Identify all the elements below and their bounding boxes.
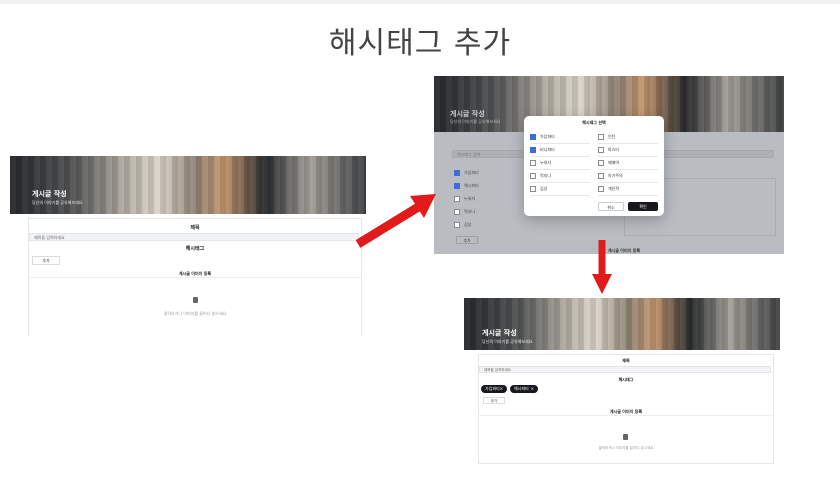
hero-title-result: 게시글 작성 bbox=[482, 329, 517, 337]
modal-option[interactable]: 아기주의 bbox=[598, 173, 658, 183]
modal-option[interactable]: 매매여 bbox=[598, 160, 658, 170]
modal-cancel-button[interactable]: 취소 bbox=[598, 202, 624, 211]
modal-option[interactable]: 파스타 bbox=[598, 147, 658, 157]
modal-state-panel: 게시글 작성 당신의 이야기를 공유해보세요 해시태그 검색 가입파티 해시파티… bbox=[434, 76, 784, 254]
initial-form-panel: 게시글 작성 당신의 이야기를 공유해보세요 제목 제목을 입력하세요 해시태그… bbox=[10, 156, 366, 336]
result-title-input[interactable]: 제목을 입력하세요 bbox=[479, 366, 771, 373]
hero-title-dim: 게시글 작성 bbox=[450, 110, 485, 118]
result-title-label: 제목 bbox=[622, 358, 630, 363]
hero-subtitle-dim: 당신의 이야기를 공유해보세요 bbox=[450, 119, 501, 124]
chip-remove-icon[interactable]: × bbox=[500, 385, 503, 393]
result-hashtag-label: 해시태그 bbox=[618, 377, 634, 382]
hero-banner: 게시글 작성 당신의 이야기를 공유해보세요 bbox=[10, 156, 366, 214]
modal-option[interactable]: 비니파티 bbox=[530, 147, 590, 157]
hashtag-label: 해시태그 bbox=[185, 246, 205, 252]
modal-option[interactable]: 누워자 bbox=[530, 160, 590, 170]
title-input[interactable]: 제목을 입력하세요 bbox=[29, 233, 359, 241]
modal-option[interactable]: 인턴 bbox=[598, 134, 658, 144]
hashtag-chip[interactable]: 가입파티 × bbox=[481, 385, 507, 393]
arrow-right-icon bbox=[355, 194, 436, 248]
result-form-card: 제목 제목을 입력하세요 해시태그 가입파티 × 해시파티 × 추가 게시글 이미지… bbox=[478, 354, 774, 464]
result-panel: 게시글 작성 당신의 이야기를 공유해보세요 제목 제목을 입력하세요 해시태그… bbox=[464, 298, 780, 464]
result-upload-hint: 클릭하거나 이미지를 끌어다 놓으세요 bbox=[598, 446, 654, 450]
upload-area[interactable] bbox=[29, 277, 361, 336]
bg-add-button: 추가 bbox=[456, 236, 478, 244]
modal-option[interactable]: 가입파티 bbox=[530, 134, 590, 144]
upload-hint: 클릭하거나 이미지를 끌어다 놓으세요 bbox=[163, 311, 227, 316]
modal-confirm-button[interactable]: 확인 bbox=[628, 202, 658, 211]
hero-banner-result: 게시글 작성 당신의 이야기를 공유해보세요 bbox=[464, 298, 780, 350]
result-file-icon bbox=[623, 434, 628, 440]
top-border bbox=[0, 0, 840, 4]
hashtag-modal: 해시태그 선택 가입파티 인턴 비니파티 파스타 누워자 매매여 먹지나 아기주… bbox=[524, 116, 664, 216]
arrow-down-icon bbox=[592, 240, 612, 294]
bg-item: 먹지나 bbox=[454, 209, 475, 215]
add-hashtag-button[interactable]: 추가 bbox=[32, 256, 60, 265]
title-label: 제목 bbox=[190, 225, 200, 231]
bg-item: 가입파티 bbox=[454, 170, 479, 176]
modal-option[interactable]: 김상 bbox=[530, 186, 590, 196]
bg-item: 누워자 bbox=[454, 196, 475, 202]
file-icon bbox=[193, 297, 198, 303]
hero-subtitle: 당신의 이야기를 공유해보세요 bbox=[32, 200, 83, 205]
hero-subtitle-result: 당신의 이야기를 공유해보세요 bbox=[482, 339, 533, 344]
chip-remove-icon[interactable]: × bbox=[531, 385, 534, 393]
form-card: 제목 제목을 입력하세요 해시태그 추가 게시글 이미지 등록 클릭하거나 이미… bbox=[28, 218, 362, 336]
slide-title: 해시태그 추가 bbox=[328, 26, 512, 61]
hashtag-chip[interactable]: 해시파티 × bbox=[510, 385, 538, 393]
result-add-button[interactable]: 추가 bbox=[483, 397, 505, 404]
bg-item: 김상 bbox=[454, 222, 471, 228]
modal-option[interactable]: 먹지나 bbox=[530, 173, 590, 183]
modal-title: 해시태그 선택 bbox=[582, 120, 606, 125]
modal-option[interactable]: 개인적 bbox=[598, 186, 658, 196]
bg-item: 해시파티 bbox=[454, 183, 479, 189]
hero-title: 게시글 작성 bbox=[32, 190, 67, 198]
